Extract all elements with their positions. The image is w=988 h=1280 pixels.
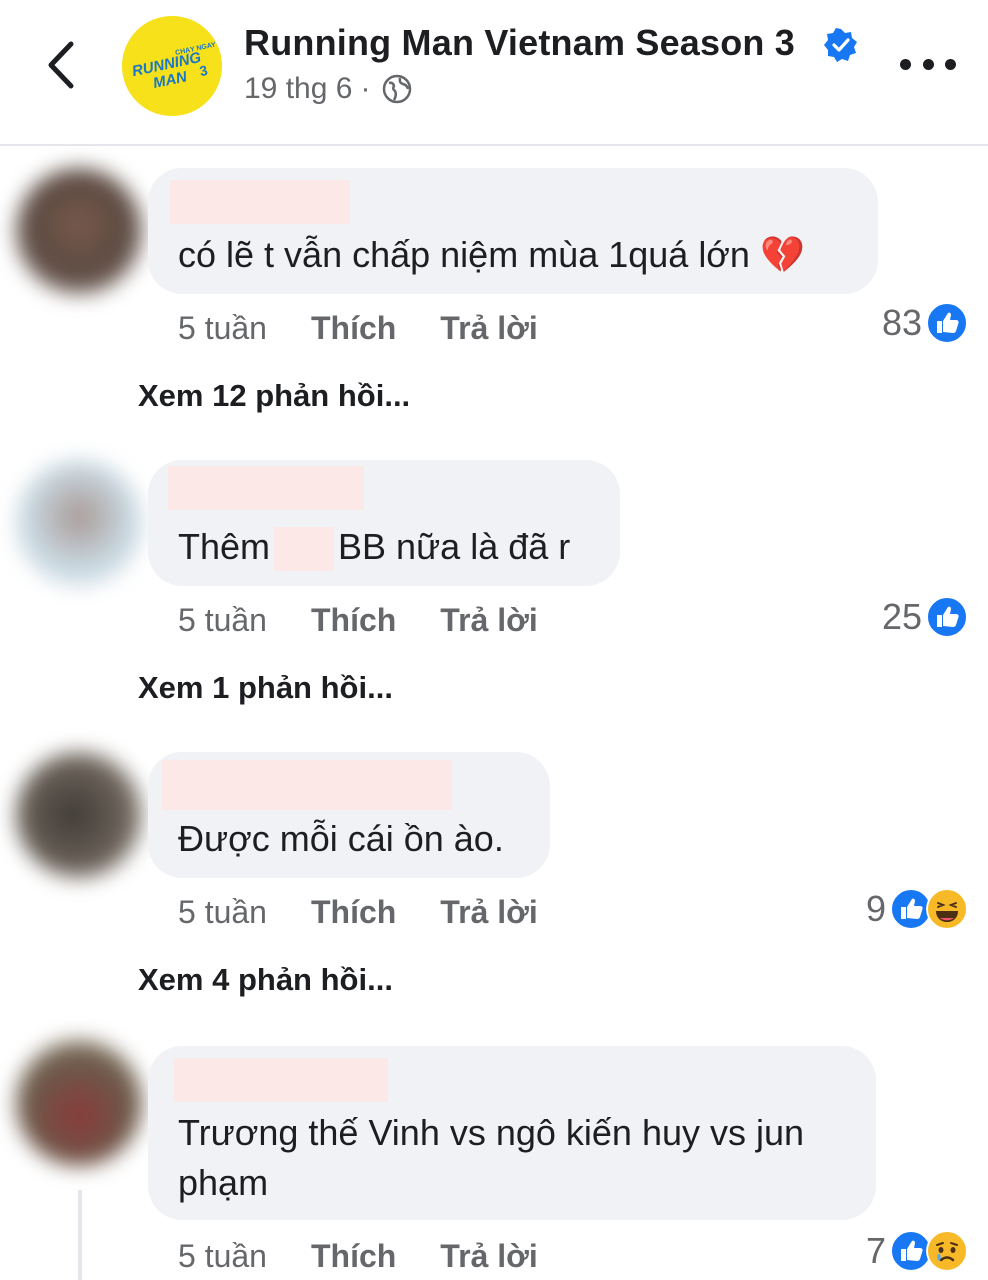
- meta-separator: ·: [360, 72, 371, 105]
- redacted-commenter-name: [162, 760, 452, 810]
- page-name[interactable]: Running Man Vietnam Season 3: [244, 22, 795, 64]
- thread-connector-line: [78, 1190, 82, 1280]
- like-button[interactable]: Thích: [311, 602, 396, 639]
- view-replies-link[interactable]: Xem 1 phản hồi...: [138, 670, 393, 706]
- more-options-icon: [900, 58, 911, 70]
- redacted-mention: [274, 527, 335, 572]
- reply-button[interactable]: Trả lời: [440, 1238, 537, 1275]
- comment-time[interactable]: 5 tuần: [178, 894, 267, 931]
- comment-text-part: Thêm: [178, 526, 271, 567]
- like-reaction-icon: [926, 302, 968, 344]
- reaction-count: 7: [865, 1230, 886, 1271]
- commenter-avatar[interactable]: [16, 460, 142, 586]
- comment-text-part: BB nữa là đã r: [338, 526, 571, 567]
- post-date[interactable]: 19 thg 6: [244, 72, 352, 106]
- haha-reaction-icon: [926, 888, 968, 930]
- redacted-commenter-name: [174, 1058, 388, 1102]
- sad-reaction-icon: [926, 1230, 968, 1272]
- comment-actions: 5 tuần Thích Trả lời: [178, 602, 538, 639]
- globe-icon: [383, 74, 412, 104]
- more-options-button[interactable]: [900, 52, 956, 76]
- commenter-avatar[interactable]: [16, 168, 142, 294]
- reaction-summary[interactable]: 7: [866, 1230, 968, 1272]
- like-button[interactable]: Thích: [311, 894, 396, 931]
- verified-badge-icon: [824, 28, 857, 62]
- comment-time[interactable]: 5 tuần: [178, 602, 267, 639]
- like-reaction-icon: [926, 596, 968, 638]
- back-button[interactable]: [38, 38, 82, 92]
- comment-text: có lẽ t vẫn chấp niệm mùa 1quá lớn 💔: [178, 234, 805, 275]
- comment-actions: 5 tuần Thích Trả lời: [178, 310, 538, 347]
- commenter-avatar[interactable]: [16, 1040, 142, 1166]
- running-man-logo: RUNNING MAN CHẠY NGAY ĐI 3: [122, 16, 222, 116]
- reaction-summary[interactable]: 83: [882, 302, 968, 344]
- more-dot: [922, 58, 934, 70]
- back-chevron-icon: [48, 41, 74, 89]
- comment-text-line-2: phạm: [178, 1162, 269, 1203]
- comment-text: Được mỗi cái ồn ào.: [178, 818, 504, 859]
- view-replies-link[interactable]: Xem 12 phản hồi...: [138, 378, 410, 414]
- commenter-avatar[interactable]: [16, 752, 142, 878]
- reaction-count: 83: [881, 302, 922, 343]
- reaction-summary[interactable]: 9: [866, 888, 968, 930]
- comment-time[interactable]: 5 tuần: [178, 1238, 267, 1275]
- comment-time[interactable]: 5 tuần: [178, 310, 267, 347]
- post-header: RUNNING MAN CHẠY NGAY ĐI 3 Running Man V…: [0, 0, 988, 146]
- more-dot: [945, 58, 956, 70]
- comment-actions: 5 tuần Thích Trả lời: [178, 894, 538, 931]
- like-button[interactable]: Thích: [311, 1238, 396, 1275]
- view-replies-link[interactable]: Xem 4 phản hồi...: [138, 962, 393, 998]
- like-button[interactable]: Thích: [311, 310, 396, 347]
- redacted-commenter-name: [170, 180, 350, 224]
- redacted-commenter-name: [168, 466, 364, 510]
- reply-button[interactable]: Trả lời: [440, 894, 537, 931]
- comment-text-line-1: Trương thế Vinh vs ngô kiến huy vs jun: [178, 1112, 805, 1153]
- comment-actions: 5 tuần Thích Trả lời: [178, 1238, 538, 1275]
- reaction-count: 9: [865, 888, 886, 929]
- reply-button[interactable]: Trả lời: [440, 602, 537, 639]
- page-avatar[interactable]: RUNNING MAN CHẠY NGAY ĐI 3: [122, 16, 222, 116]
- comment-text: Thêm BB nữa là đã r: [178, 522, 570, 572]
- reply-button[interactable]: Trả lời: [440, 310, 537, 347]
- reaction-count: 25: [881, 596, 922, 637]
- post-meta: 19 thg 6 ·: [244, 72, 412, 106]
- reaction-summary[interactable]: 25: [882, 596, 968, 638]
